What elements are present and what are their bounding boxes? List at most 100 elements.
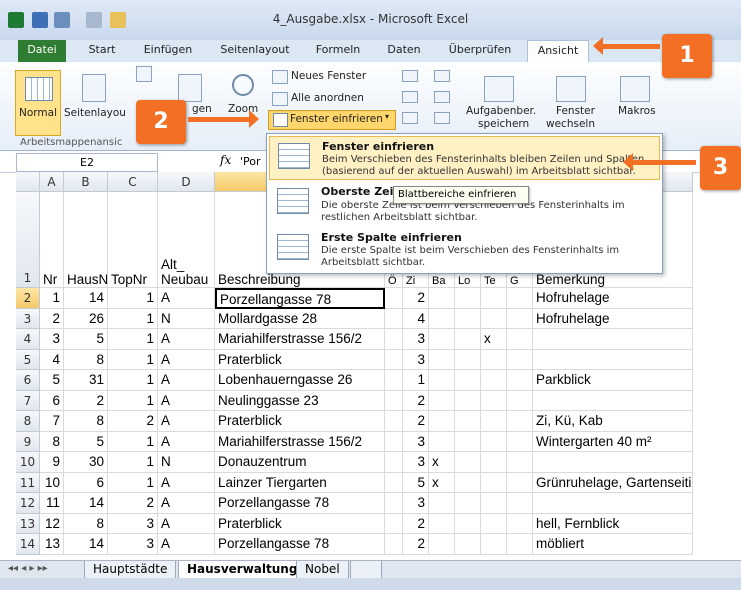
switch-windows-icon[interactable] bbox=[556, 76, 586, 102]
unhide-icon[interactable] bbox=[402, 112, 418, 124]
reset-position-icon[interactable] bbox=[434, 112, 450, 124]
cell-i[interactable] bbox=[455, 452, 481, 473]
cell-a[interactable]: 12 bbox=[40, 513, 64, 534]
cell-h[interactable] bbox=[429, 411, 455, 432]
cell-d[interactable]: A bbox=[158, 411, 215, 432]
freeze-panes-button[interactable]: Fenster einfrieren ▾ bbox=[268, 110, 396, 130]
tab-ueberpruefen[interactable]: Überprüfen bbox=[440, 40, 520, 62]
cell-a[interactable]: 1 bbox=[40, 288, 64, 309]
save-workspace-label-1[interactable]: Aufgabenber. bbox=[466, 105, 536, 117]
cell-b[interactable]: 2 bbox=[64, 390, 108, 411]
cell-h[interactable] bbox=[429, 288, 455, 309]
cell-b[interactable]: 14 bbox=[64, 288, 108, 309]
cell-f[interactable] bbox=[385, 390, 403, 411]
cell-j[interactable] bbox=[481, 534, 507, 555]
cell-i[interactable] bbox=[455, 288, 481, 309]
switch-windows-label-2[interactable]: wechseln bbox=[546, 118, 595, 130]
cell-f[interactable] bbox=[385, 534, 403, 555]
cell-h[interactable] bbox=[429, 493, 455, 514]
tab-datei[interactable]: Datei bbox=[18, 40, 66, 62]
cell-d[interactable]: A bbox=[158, 534, 215, 555]
cell-a[interactable]: 5 bbox=[40, 370, 64, 391]
cell-k[interactable] bbox=[507, 431, 533, 452]
page-layout-icon[interactable] bbox=[82, 74, 106, 102]
zoom-icon[interactable] bbox=[232, 74, 254, 96]
cell-a[interactable]: 3 bbox=[40, 329, 64, 350]
cell-f[interactable] bbox=[385, 349, 403, 370]
cell-f[interactable] bbox=[385, 493, 403, 514]
cell-h[interactable] bbox=[429, 349, 455, 370]
cell-a[interactable]: 4 bbox=[40, 349, 64, 370]
cell-e[interactable]: Praterblick bbox=[215, 349, 385, 370]
cell-b[interactable]: 26 bbox=[64, 308, 108, 329]
row-header[interactable]: 8 bbox=[16, 411, 40, 432]
cell-c[interactable]: 2 bbox=[108, 411, 158, 432]
cell-c[interactable]: 1 bbox=[108, 452, 158, 473]
cell-k[interactable] bbox=[507, 288, 533, 309]
header-cell-c[interactable]: TopNr bbox=[108, 192, 158, 288]
row-header[interactable]: 4 bbox=[16, 329, 40, 350]
cell-a[interactable]: 11 bbox=[40, 493, 64, 514]
cell-c[interactable]: 2 bbox=[108, 493, 158, 514]
cell-j[interactable] bbox=[481, 308, 507, 329]
macros-icon[interactable] bbox=[620, 76, 650, 102]
row-header[interactable]: 7 bbox=[16, 390, 40, 411]
page-layout-label[interactable]: Seitenlayou bbox=[64, 107, 126, 119]
row-header[interactable]: 12 bbox=[16, 493, 40, 514]
save-workspace-icon[interactable] bbox=[484, 76, 514, 102]
select-all-corner[interactable] bbox=[16, 172, 40, 192]
new-window-button[interactable]: Neues Fenster bbox=[291, 70, 366, 82]
row-header[interactable]: 6 bbox=[16, 370, 40, 391]
column-header-a[interactable]: A bbox=[40, 172, 64, 192]
menu-item-freeze-first-column[interactable]: Erste Spalte einfrieren Die erste Spalte… bbox=[269, 228, 658, 270]
cell-j[interactable] bbox=[481, 452, 507, 473]
cell-g[interactable]: 3 bbox=[403, 431, 429, 452]
cell-l[interactable]: Wintergarten 40 m² bbox=[533, 431, 693, 452]
cell-b[interactable]: 5 bbox=[64, 431, 108, 452]
cell-c[interactable]: 1 bbox=[108, 390, 158, 411]
macros-label[interactable]: Makros bbox=[618, 105, 656, 117]
cell-h[interactable] bbox=[429, 370, 455, 391]
cell-g[interactable]: 3 bbox=[403, 493, 429, 514]
cell-e[interactable]: Lobenhauerngasse 26 bbox=[215, 370, 385, 391]
cell-d[interactable]: N bbox=[158, 452, 215, 473]
cell-h[interactable] bbox=[429, 308, 455, 329]
cell-k[interactable] bbox=[507, 513, 533, 534]
cell-l[interactable]: hell, Fernblick bbox=[533, 513, 693, 534]
hide-icon[interactable] bbox=[402, 91, 418, 103]
cell-b[interactable]: 30 bbox=[64, 452, 108, 473]
cell-f[interactable] bbox=[385, 513, 403, 534]
cell-d[interactable]: A bbox=[158, 513, 215, 534]
name-box[interactable]: E2 bbox=[16, 153, 158, 172]
cell-g[interactable]: 3 bbox=[403, 349, 429, 370]
cell-b[interactable]: 8 bbox=[64, 513, 108, 534]
cell-g[interactable]: 5 bbox=[403, 472, 429, 493]
cell-b[interactable]: 6 bbox=[64, 472, 108, 493]
cell-c[interactable]: 1 bbox=[108, 472, 158, 493]
cell-j[interactable] bbox=[481, 390, 507, 411]
cell-e[interactable]: Praterblick bbox=[215, 411, 385, 432]
cell-g[interactable]: 3 bbox=[403, 452, 429, 473]
cell-c[interactable]: 1 bbox=[108, 370, 158, 391]
cell-c[interactable]: 1 bbox=[108, 308, 158, 329]
normal-view-button[interactable] bbox=[15, 70, 61, 136]
cell-f[interactable] bbox=[385, 308, 403, 329]
custom-view-icon[interactable] bbox=[178, 74, 202, 102]
cell-h[interactable] bbox=[429, 329, 455, 350]
cell-l[interactable]: Hofruhelage bbox=[533, 308, 693, 329]
column-header-d[interactable]: D bbox=[158, 172, 215, 192]
cell-e[interactable]: Mariahilferstrasse 156/2 bbox=[215, 431, 385, 452]
cell-d[interactable]: N bbox=[158, 308, 215, 329]
insert-sheet-icon[interactable] bbox=[350, 561, 382, 579]
cell-i[interactable] bbox=[455, 513, 481, 534]
cell-d[interactable]: A bbox=[158, 288, 215, 309]
cell-f[interactable] bbox=[385, 411, 403, 432]
sheet-tab-hausverwaltung[interactable]: Hausverwaltung bbox=[178, 561, 307, 579]
cell-k[interactable] bbox=[507, 308, 533, 329]
tab-formeln[interactable]: Formeln bbox=[310, 40, 366, 62]
cell-a[interactable]: 9 bbox=[40, 452, 64, 473]
cell-e[interactable]: Porzellangasse 78 bbox=[215, 534, 385, 555]
row-header[interactable]: 2 bbox=[16, 288, 40, 309]
cell-g[interactable]: 2 bbox=[403, 411, 429, 432]
cell-g[interactable]: 2 bbox=[403, 390, 429, 411]
